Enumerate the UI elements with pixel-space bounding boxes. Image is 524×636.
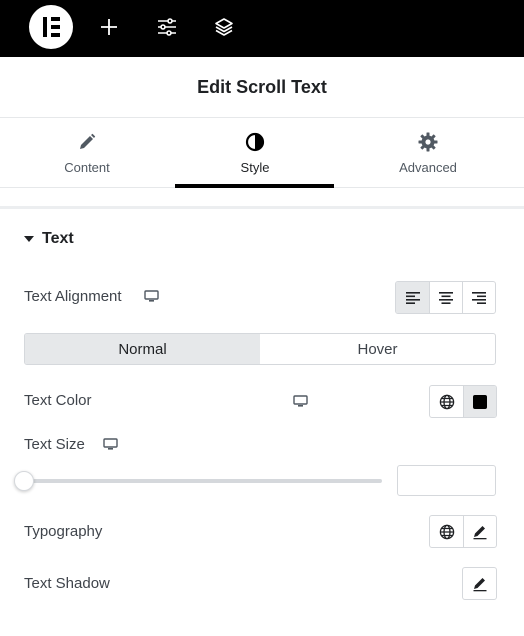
text-alignment-label: Text Alignment bbox=[24, 288, 122, 305]
align-right-button[interactable] bbox=[462, 282, 495, 313]
tab-advanced-label: Advanced bbox=[399, 160, 457, 175]
half-circle-icon bbox=[245, 132, 265, 152]
tab-content[interactable]: Content bbox=[7, 118, 167, 188]
text-alignment-group bbox=[395, 281, 496, 314]
plus-icon[interactable] bbox=[94, 12, 124, 42]
section-title: Text bbox=[42, 230, 74, 247]
sliders-icon[interactable] bbox=[152, 12, 182, 42]
layers-icon[interactable] bbox=[209, 12, 239, 42]
tab-advanced[interactable]: Advanced bbox=[348, 118, 508, 188]
align-center-button[interactable] bbox=[429, 282, 462, 313]
monitor-icon[interactable] bbox=[144, 290, 159, 303]
text-shadow-label: Text Shadow bbox=[24, 575, 110, 592]
text-size-slider-track[interactable] bbox=[24, 479, 382, 483]
typography-label: Typography bbox=[24, 523, 103, 540]
elementor-logo-icon[interactable] bbox=[29, 5, 73, 49]
panel-tabs: Content Style Advanced bbox=[0, 118, 524, 188]
panel-title: Edit Scroll Text bbox=[197, 76, 327, 97]
text-color-label: Text Color bbox=[24, 392, 92, 409]
monitor-icon[interactable] bbox=[103, 438, 118, 451]
pencil-icon bbox=[473, 525, 487, 539]
tab-style[interactable]: Style bbox=[175, 118, 335, 188]
pencil-icon bbox=[473, 577, 486, 591]
edit-typography-button[interactable] bbox=[463, 516, 496, 547]
panel-header: Edit Scroll Text bbox=[0, 57, 524, 118]
text-size-label: Text Size bbox=[24, 436, 85, 453]
tab-content-label: Content bbox=[64, 160, 110, 175]
align-left-icon bbox=[405, 291, 420, 304]
align-center-icon bbox=[439, 291, 453, 304]
globe-icon bbox=[439, 524, 454, 539]
gear-icon bbox=[418, 132, 438, 152]
section-divider bbox=[0, 188, 524, 209]
top-bar bbox=[0, 0, 524, 57]
color-swatch bbox=[473, 394, 487, 409]
text-size-slider-handle[interactable] bbox=[14, 471, 34, 491]
monitor-icon[interactable] bbox=[293, 395, 308, 408]
caret-down-icon bbox=[24, 236, 34, 242]
text-size-input[interactable] bbox=[397, 465, 496, 496]
edit-text-shadow-button[interactable] bbox=[463, 568, 496, 599]
color-picker-button[interactable] bbox=[463, 386, 496, 417]
text-shadow-control bbox=[462, 567, 497, 600]
typography-control bbox=[429, 515, 497, 548]
state-toggle: Normal Hover bbox=[24, 333, 496, 365]
align-right-icon bbox=[472, 291, 486, 304]
global-colors-button[interactable] bbox=[430, 386, 463, 417]
section-text-toggle[interactable]: Text bbox=[24, 229, 74, 249]
global-typography-button[interactable] bbox=[430, 516, 463, 547]
state-hover-tab[interactable]: Hover bbox=[260, 334, 495, 364]
align-left-button[interactable] bbox=[396, 282, 429, 313]
globe-icon bbox=[439, 394, 454, 409]
tab-style-label: Style bbox=[240, 160, 270, 175]
pencil-icon bbox=[78, 132, 96, 152]
text-color-control bbox=[429, 385, 497, 418]
state-normal-tab[interactable]: Normal bbox=[25, 334, 260, 364]
